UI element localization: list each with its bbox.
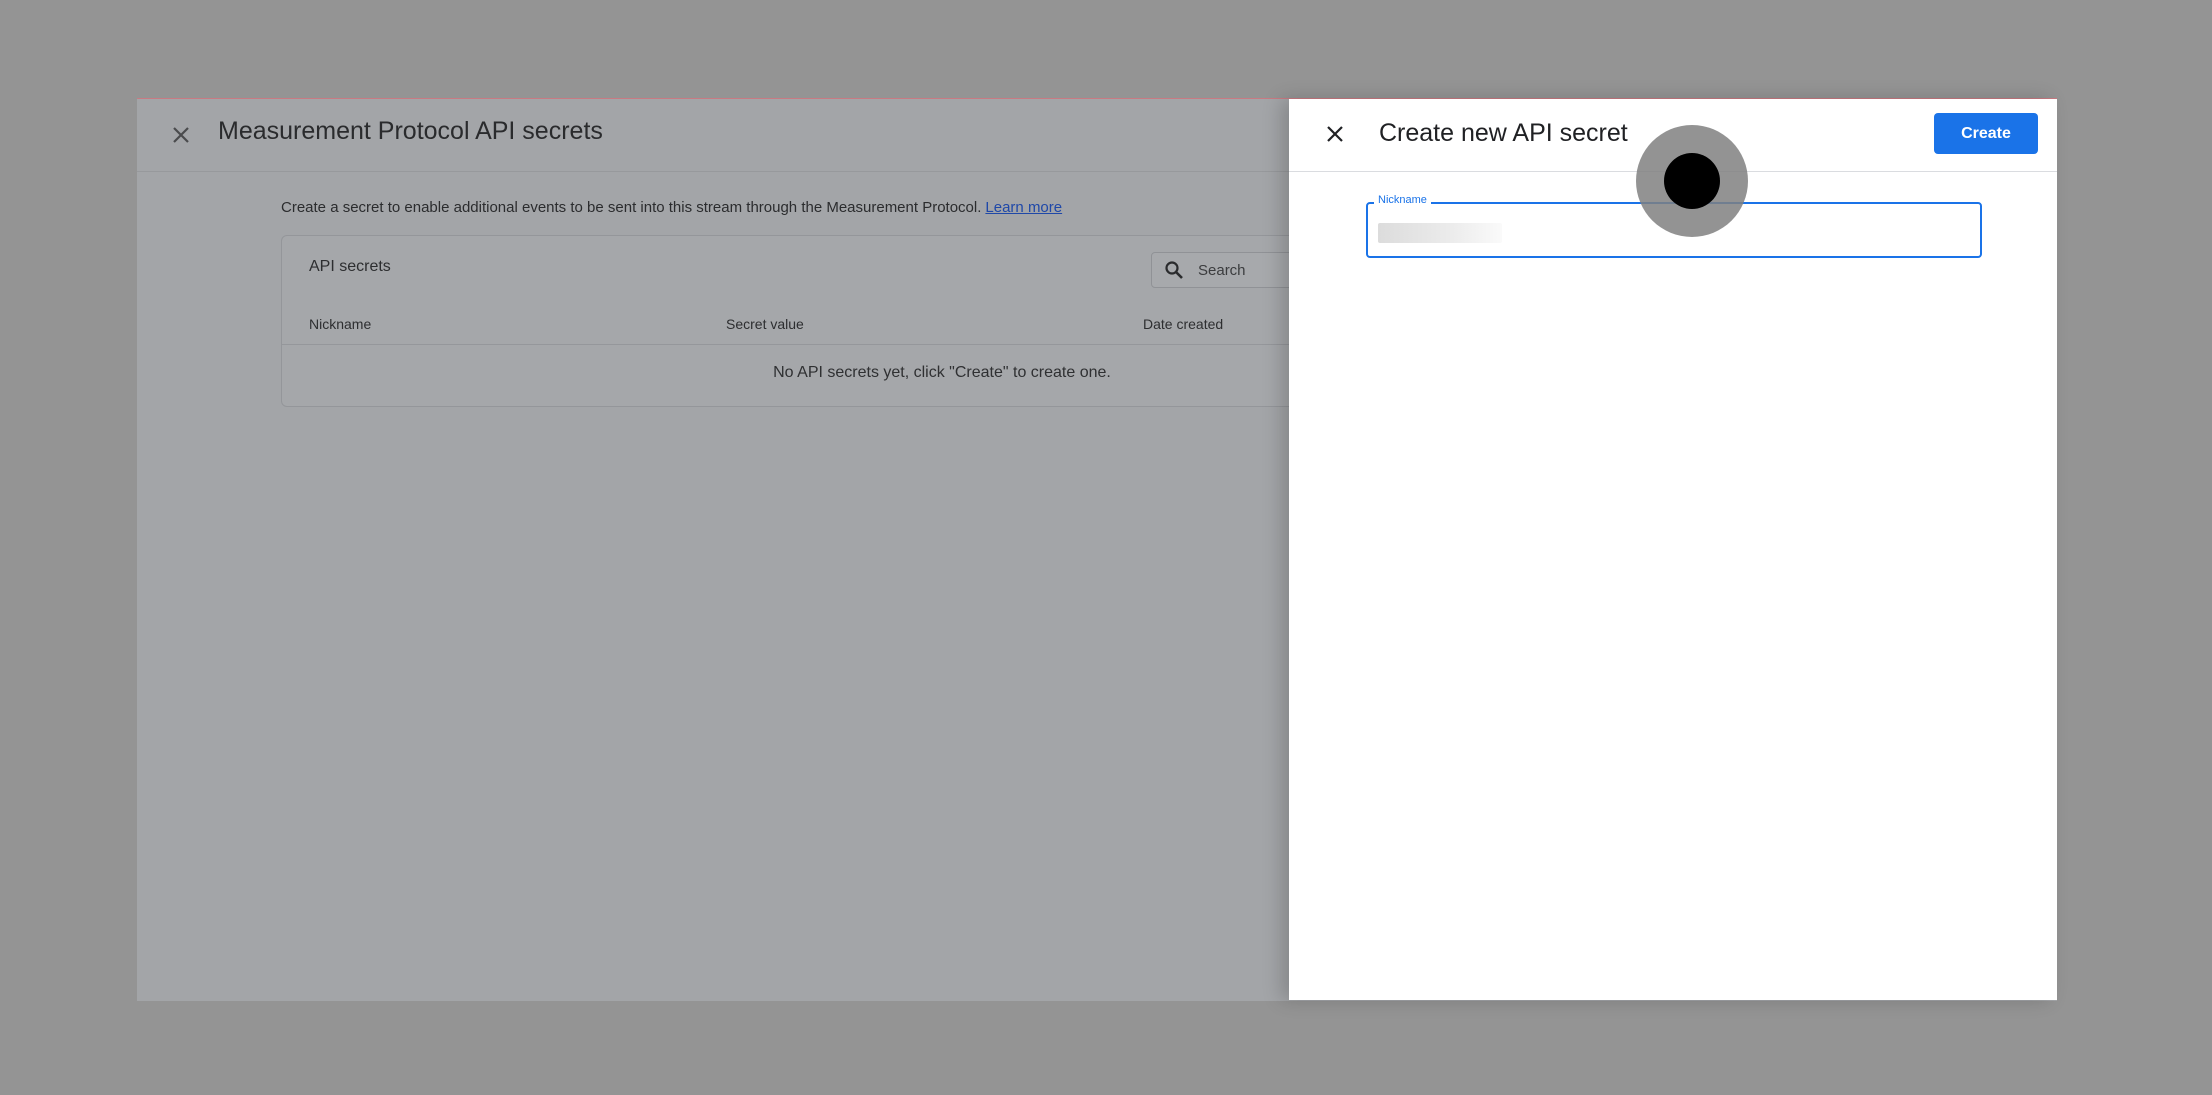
close-icon[interactable] (165, 119, 197, 151)
nickname-label: Nickname (1374, 194, 1431, 206)
close-icon[interactable] (1319, 118, 1351, 150)
click-indicator-dot (1664, 153, 1720, 209)
search-icon (1164, 260, 1184, 285)
dialog-title: Measurement Protocol API secrets (218, 117, 603, 145)
create-secret-panel: Create new API secret Create Nickname (1289, 99, 2057, 1000)
column-header-date-created[interactable]: Date created (1143, 316, 1223, 332)
click-indicator (1636, 125, 1748, 237)
table-divider (282, 344, 1432, 345)
card-title: API secrets (309, 258, 391, 275)
panel-title: Create new API secret (1379, 119, 1628, 147)
learn-more-link[interactable]: Learn more (985, 199, 1062, 216)
create-button[interactable]: Create (1934, 113, 2038, 154)
column-header-nickname[interactable]: Nickname (309, 316, 371, 332)
api-secrets-card: API secrets Search Nickname Secret value… (281, 235, 1453, 407)
column-header-secret-value[interactable]: Secret value (726, 316, 804, 332)
search-placeholder: Search (1198, 262, 1246, 279)
intro-text: Create a secret to enable additional eve… (281, 199, 982, 216)
intro-text-row: Create a secret to enable additional eve… (281, 199, 1062, 216)
